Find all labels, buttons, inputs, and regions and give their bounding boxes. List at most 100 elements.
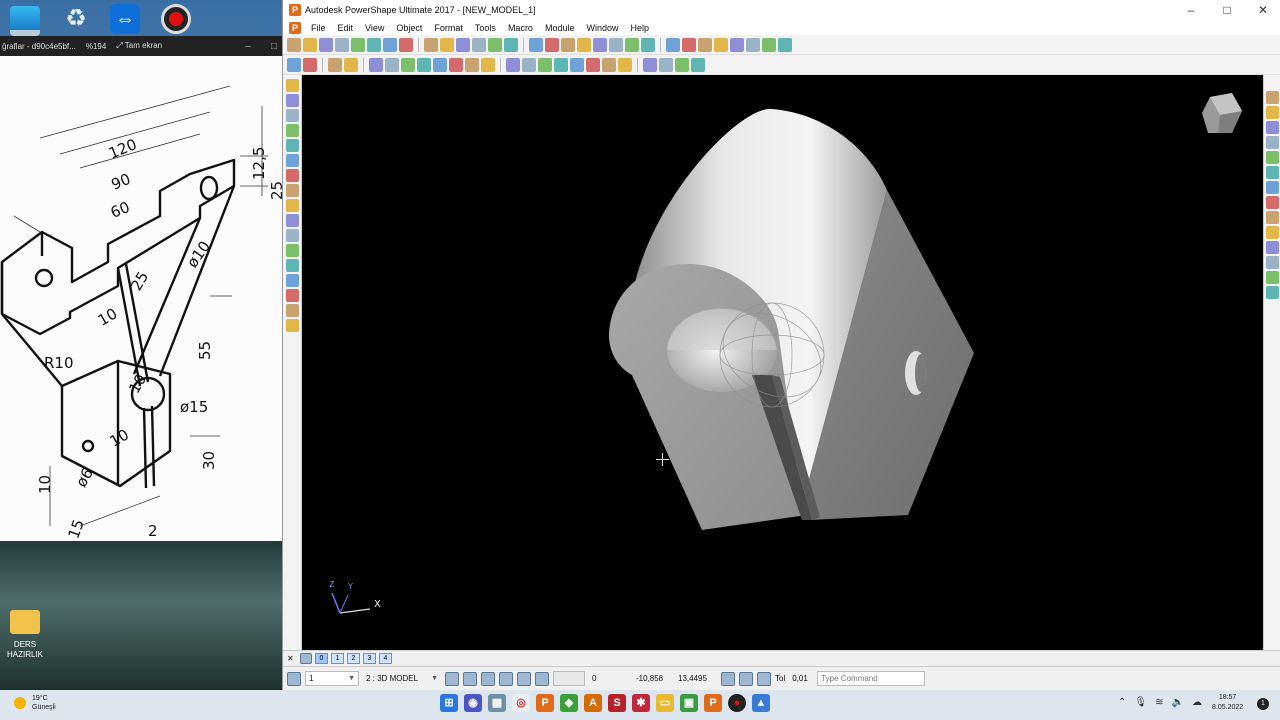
main-tool-12-icon[interactable] (472, 37, 486, 52)
menu-format[interactable]: Format (428, 23, 469, 33)
right-tool-7-icon[interactable] (1266, 181, 1279, 194)
view-tool-16-icon[interactable] (554, 57, 568, 72)
powershape-task-icon[interactable]: P (536, 694, 554, 712)
main-tool-29-icon[interactable] (762, 37, 776, 52)
view-tool-10-icon[interactable] (449, 57, 463, 72)
level-button-0[interactable]: 0 (315, 653, 328, 664)
command-input[interactable] (817, 671, 926, 686)
main-tool-22-icon[interactable] (641, 37, 655, 52)
units-icon[interactable] (739, 671, 753, 686)
minimize-button[interactable]: – (1173, 3, 1209, 17)
level-button-1[interactable]: 1 (331, 653, 344, 664)
left-tool-8-icon[interactable] (285, 184, 299, 197)
workplane-snap-icon[interactable] (499, 671, 513, 686)
close-button[interactable]: ✕ (1245, 3, 1280, 17)
menu-tools[interactable]: Tools (469, 23, 502, 33)
red-app-icon[interactable]: ✱ (632, 694, 650, 712)
right-tool-12-icon[interactable] (1266, 256, 1279, 269)
pen-icon[interactable] (287, 671, 301, 686)
view-tool-5-icon[interactable] (369, 57, 383, 72)
chrome-icon[interactable]: ◎ (512, 694, 530, 712)
media-app-icon[interactable]: ▣ (680, 694, 698, 712)
autocad-icon[interactable]: A (584, 694, 602, 712)
workplane-align-icon[interactable] (463, 671, 477, 686)
chevron-up-icon[interactable]: ⌃ (1118, 697, 1126, 708)
graphics-viewport[interactable]: X Y Z (302, 75, 1263, 650)
main-tool-15-icon[interactable] (529, 37, 543, 52)
left-tool-13-icon[interactable] (285, 259, 299, 272)
right-tool-13-icon[interactable] (1266, 271, 1279, 284)
left-tool-12-icon[interactable] (285, 244, 299, 257)
measure-icon[interactable] (757, 671, 771, 686)
view-tool-8-icon[interactable] (417, 57, 431, 72)
cloud-icon[interactable]: ☁ (1192, 697, 1202, 708)
right-tool-6-icon[interactable] (1266, 166, 1279, 179)
microphone-icon[interactable]: 🎙 (1134, 697, 1147, 708)
view-tool-2-icon[interactable] (303, 57, 317, 72)
main-tool-8-icon[interactable] (399, 37, 413, 52)
left-tool-15-icon[interactable] (285, 289, 299, 302)
workplane-icon[interactable] (445, 671, 459, 686)
main-tool-14-icon[interactable] (504, 37, 518, 52)
green-app-icon[interactable]: ◆ (560, 694, 578, 712)
view-tool-15-icon[interactable] (538, 57, 552, 72)
left-tool-11-icon[interactable] (285, 229, 299, 242)
view-tool-6-icon[interactable] (385, 57, 399, 72)
view-tool-22-icon[interactable] (659, 57, 673, 72)
main-tool-13-icon[interactable] (488, 37, 502, 52)
main-tool-21-icon[interactable] (625, 37, 639, 52)
level-button-2[interactable]: 2 (347, 653, 360, 664)
menu-help[interactable]: Help (625, 23, 656, 33)
left-tool-1-icon[interactable] (285, 79, 299, 92)
main-tool-25-icon[interactable] (698, 37, 712, 52)
view-tool-3-icon[interactable] (328, 57, 342, 72)
menu-object[interactable]: Object (390, 23, 428, 33)
view-tool-9-icon[interactable] (433, 57, 447, 72)
calculator-app-icon[interactable]: ▦ (488, 694, 506, 712)
view-tool-12-icon[interactable] (481, 57, 495, 72)
main-tool-26-icon[interactable] (714, 37, 728, 52)
level-button-4[interactable]: 4 (379, 653, 392, 664)
view-tool-20-icon[interactable] (618, 57, 632, 72)
view-tool-13-icon[interactable] (506, 57, 520, 72)
start-icon[interactable]: ⊞ (440, 694, 458, 712)
workplane-select-icon[interactable] (481, 671, 495, 686)
right-tool-4-icon[interactable] (1266, 136, 1279, 149)
main-tool-20-icon[interactable] (609, 37, 623, 52)
viewer-zoom[interactable]: %194 (86, 42, 106, 51)
main-tool-16-icon[interactable] (545, 37, 559, 52)
maximize-button[interactable]: □ (1209, 3, 1245, 17)
right-tool-11-icon[interactable] (1266, 241, 1279, 254)
wifi-icon[interactable]: ≋ (1155, 697, 1163, 708)
main-tool-1-icon[interactable] (287, 37, 301, 52)
volume-icon[interactable]: 🔈 (1171, 697, 1183, 708)
right-tool-2-icon[interactable] (1266, 106, 1279, 119)
level-editor-icon[interactable] (300, 653, 312, 664)
recorder-task-icon[interactable]: ● (728, 694, 746, 712)
recycle-bin-icon[interactable]: ♻ (61, 4, 91, 34)
chat-icon[interactable]: ◉ (464, 694, 482, 712)
left-tool-10-icon[interactable] (285, 214, 299, 227)
view-tool-11-icon[interactable] (465, 57, 479, 72)
model-render[interactable] (302, 75, 1263, 650)
clock[interactable]: 18:57 8.05.2022 (1212, 693, 1243, 713)
main-tool-4-icon[interactable] (335, 37, 349, 52)
menu-macro[interactable]: Macro (502, 23, 539, 33)
this-pc-icon[interactable] (10, 6, 40, 36)
fullscreen-button[interactable]: ⤢ Tam ekran (116, 41, 162, 51)
menu-view[interactable]: View (359, 23, 390, 33)
main-tool-7-icon[interactable] (383, 37, 397, 52)
main-tool-6-icon[interactable] (367, 37, 381, 52)
right-tool-3-icon[interactable] (1266, 121, 1279, 134)
main-tool-5-icon[interactable] (351, 37, 365, 52)
left-tool-9-icon[interactable] (285, 199, 299, 212)
main-tool-23-icon[interactable] (666, 37, 680, 52)
maximize-icon[interactable]: □ (266, 41, 282, 52)
main-tool-2-icon[interactable] (303, 37, 317, 52)
powershape-active-icon[interactable]: P (704, 694, 722, 712)
main-tool-3-icon[interactable] (319, 37, 333, 52)
main-tool-9-icon[interactable] (424, 37, 438, 52)
right-tool-9-icon[interactable] (1266, 211, 1279, 224)
view-tool-1-icon[interactable] (287, 57, 301, 72)
notification-icon[interactable]: 1 (1257, 698, 1269, 710)
